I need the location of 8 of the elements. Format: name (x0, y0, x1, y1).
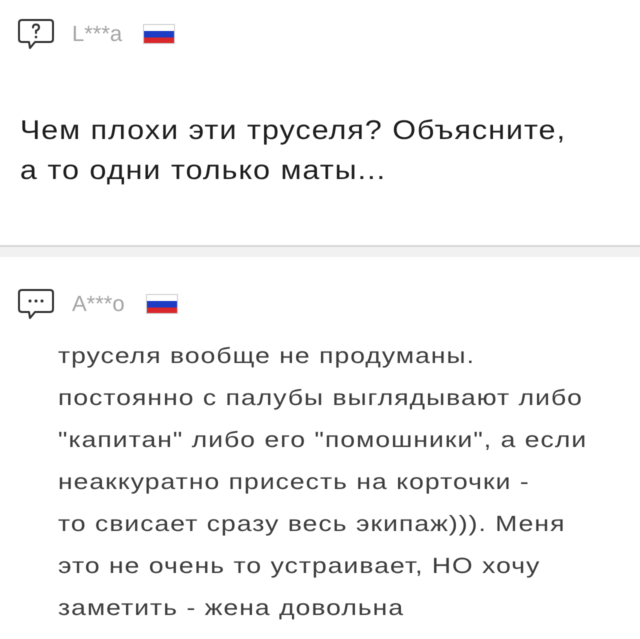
question-text: Чем плохи эти труселя? Объясните, а то одни только маты... (20, 114, 566, 187)
flag-icon (143, 24, 176, 44)
author-name: L***a (72, 20, 122, 48)
author-name: A***o (72, 290, 125, 318)
question-bubble-icon (18, 19, 54, 49)
ellipsis-bubble-icon (18, 289, 54, 319)
flag-icon (146, 294, 178, 314)
answer-text: труселя вообще не продуманы. постоянно с палубы выглядывают либо "капитан" либо его "помошники", а если неаккуратно присесть на корточки - то свисает сразу весь экипаж))). Меня это не очень то устраивает, НО хочу заметить - жена довольна (58, 342, 588, 622)
